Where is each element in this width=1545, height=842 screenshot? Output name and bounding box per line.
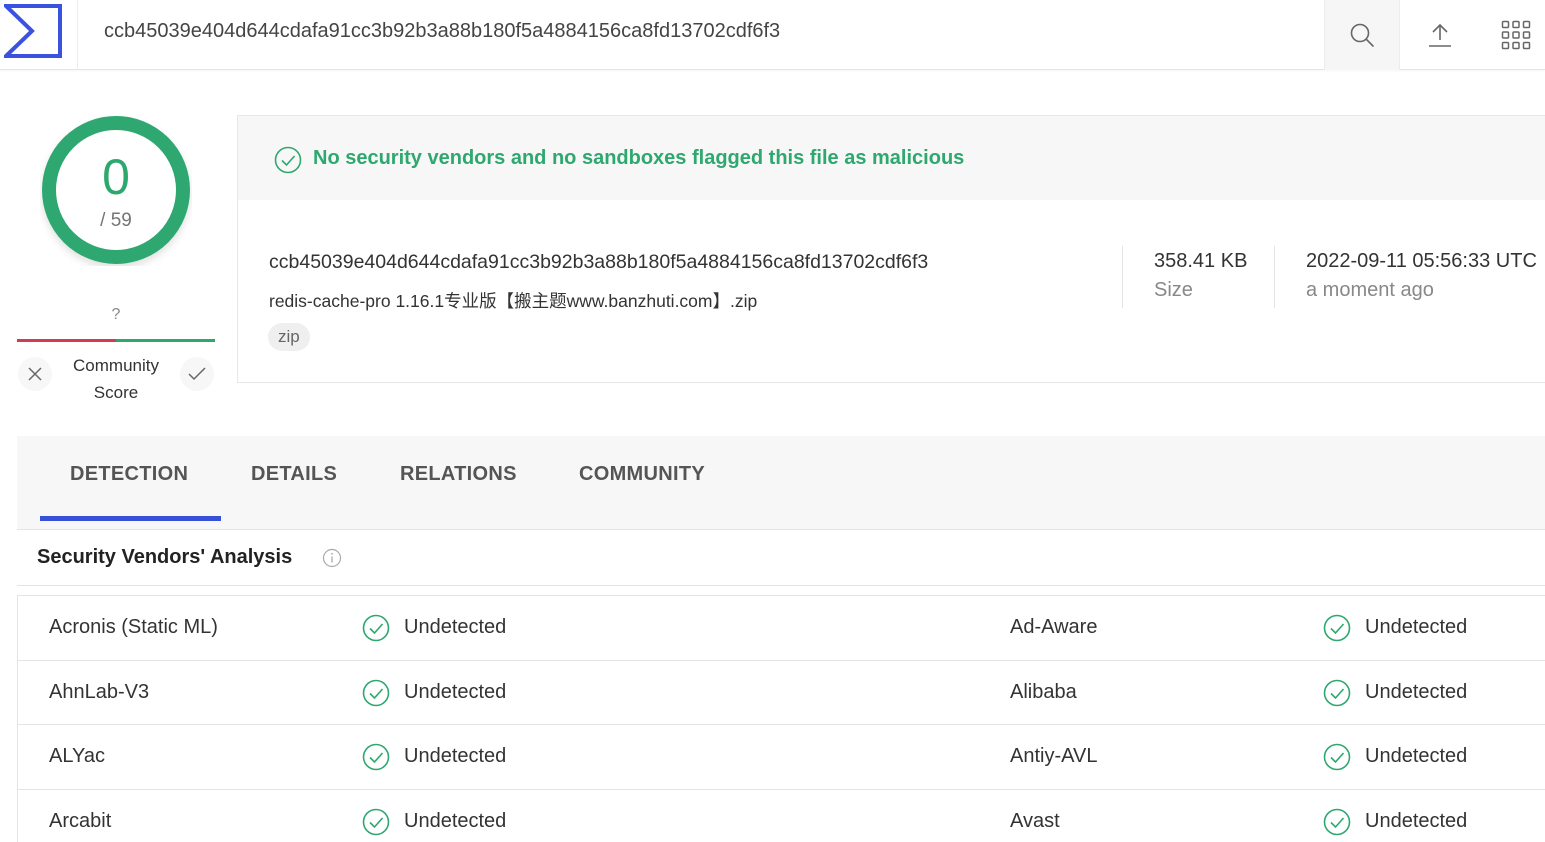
detection-total: / 59 bbox=[100, 210, 132, 231]
community-label-line2: Score bbox=[93, 383, 139, 402]
community-score-value: ? bbox=[111, 306, 121, 323]
vendor-result: Undetected bbox=[1365, 616, 1468, 638]
vendor-name[interactable]: Acronis (Static ML) bbox=[49, 616, 218, 639]
check-circle-icon bbox=[1323, 614, 1351, 647]
vendors-table: Acronis (Static ML) Undetected Ad-Aware Und… bbox=[17, 595, 1545, 842]
vendor-result: Undetected bbox=[1365, 809, 1468, 832]
vendor-result: Undetected bbox=[404, 616, 507, 638]
check-circle-icon bbox=[362, 614, 390, 647]
section-title: Security Vendors' Analysis bbox=[37, 546, 293, 568]
search-input[interactable] bbox=[92, 14, 1292, 48]
community-label-line1: Community bbox=[73, 356, 159, 375]
vendor-result: Undetected bbox=[404, 809, 507, 832]
vendor-name[interactable]: Ad-Aware bbox=[1010, 616, 1097, 639]
vendor-name[interactable]: Antiy-AVL bbox=[1010, 745, 1097, 768]
file-size-value: 358.41 KB bbox=[1154, 250, 1248, 272]
tab-details[interactable]: DETAILS bbox=[251, 463, 337, 486]
vendor-result: Undetected bbox=[1365, 745, 1468, 767]
tab-community[interactable]: COMMUNITY bbox=[579, 463, 705, 486]
verdict-banner: No security vendors and no sandboxes fla… bbox=[238, 116, 1545, 200]
check-circle-icon bbox=[274, 146, 302, 174]
detection-score-ring: 0 / 59 bbox=[40, 114, 192, 266]
check-circle-icon bbox=[1323, 743, 1351, 776]
apps-grid-icon bbox=[1501, 20, 1531, 50]
community-bar-harmless bbox=[116, 339, 215, 342]
table-row: ALYac Undetected Antiy-AVL Undetected bbox=[18, 725, 1545, 790]
check-circle-icon bbox=[362, 679, 390, 712]
analysis-date-relative: a moment ago bbox=[1306, 279, 1434, 301]
upload-button[interactable] bbox=[1402, 0, 1478, 70]
divider bbox=[17, 585, 1545, 586]
upload-icon bbox=[1429, 23, 1451, 47]
vendor-name[interactable]: Alibaba bbox=[1010, 681, 1077, 704]
vendor-name[interactable]: AhnLab-V3 bbox=[49, 681, 149, 704]
vote-malicious-button[interactable] bbox=[18, 357, 52, 391]
file-name: redis-cache-pro 1.16.1专业版【搬主题www.banzhut… bbox=[269, 291, 758, 311]
analysis-date-value: 2022-09-11 05:56:33 UTC bbox=[1306, 250, 1537, 272]
vote-harmless-button[interactable] bbox=[180, 357, 214, 391]
logo[interactable] bbox=[0, 0, 78, 70]
file-size-label: Size bbox=[1154, 279, 1193, 301]
check-circle-icon bbox=[1323, 679, 1351, 712]
apps-grid-button[interactable] bbox=[1478, 0, 1545, 70]
check-circle-icon bbox=[362, 743, 390, 776]
vendor-result: Undetected bbox=[404, 745, 507, 767]
divider bbox=[1274, 246, 1275, 308]
check-icon bbox=[188, 367, 206, 381]
search-button[interactable] bbox=[1324, 0, 1400, 70]
top-bar bbox=[0, 0, 1545, 70]
file-type-tag[interactable]: zip bbox=[268, 323, 310, 351]
check-circle-icon bbox=[1323, 808, 1351, 841]
community-bar-malicious bbox=[17, 339, 116, 342]
divider bbox=[1122, 246, 1123, 308]
vendor-name[interactable]: ALYac bbox=[49, 745, 105, 768]
search-icon bbox=[1350, 23, 1374, 47]
verdict-text: No security vendors and no sandboxes fla… bbox=[313, 147, 965, 169]
table-row: Acronis (Static ML) Undetected Ad-Aware Und… bbox=[18, 596, 1545, 661]
tab-relations[interactable]: RELATIONS bbox=[400, 463, 517, 486]
file-hash[interactable]: ccb45039e404d644cdafa91cc3b92b3a88b180f5… bbox=[269, 251, 928, 274]
vendor-name[interactable]: Avast bbox=[1010, 810, 1060, 833]
report-tabs: DETECTION DETAILS RELATIONS COMMUNITY bbox=[17, 436, 1545, 530]
vendor-result: Undetected bbox=[1365, 680, 1468, 703]
table-row: Arcabit Undetected Avast Undetected bbox=[18, 790, 1545, 842]
tab-detection[interactable]: DETECTION bbox=[70, 463, 188, 486]
close-icon bbox=[28, 367, 42, 381]
community-score-label: Community Score bbox=[56, 352, 176, 406]
vendor-name[interactable]: Arcabit bbox=[49, 810, 111, 833]
detection-count: 0 bbox=[102, 149, 130, 205]
table-row: AhnLab-V3 Undetected Alibaba Undetected bbox=[18, 661, 1545, 725]
vendor-result: Undetected bbox=[404, 680, 507, 703]
info-icon[interactable] bbox=[322, 548, 342, 568]
active-tab-indicator bbox=[40, 516, 221, 521]
logo-icon bbox=[4, 4, 62, 58]
check-circle-icon bbox=[362, 808, 390, 841]
file-summary-card: No security vendors and no sandboxes fla… bbox=[237, 115, 1545, 383]
